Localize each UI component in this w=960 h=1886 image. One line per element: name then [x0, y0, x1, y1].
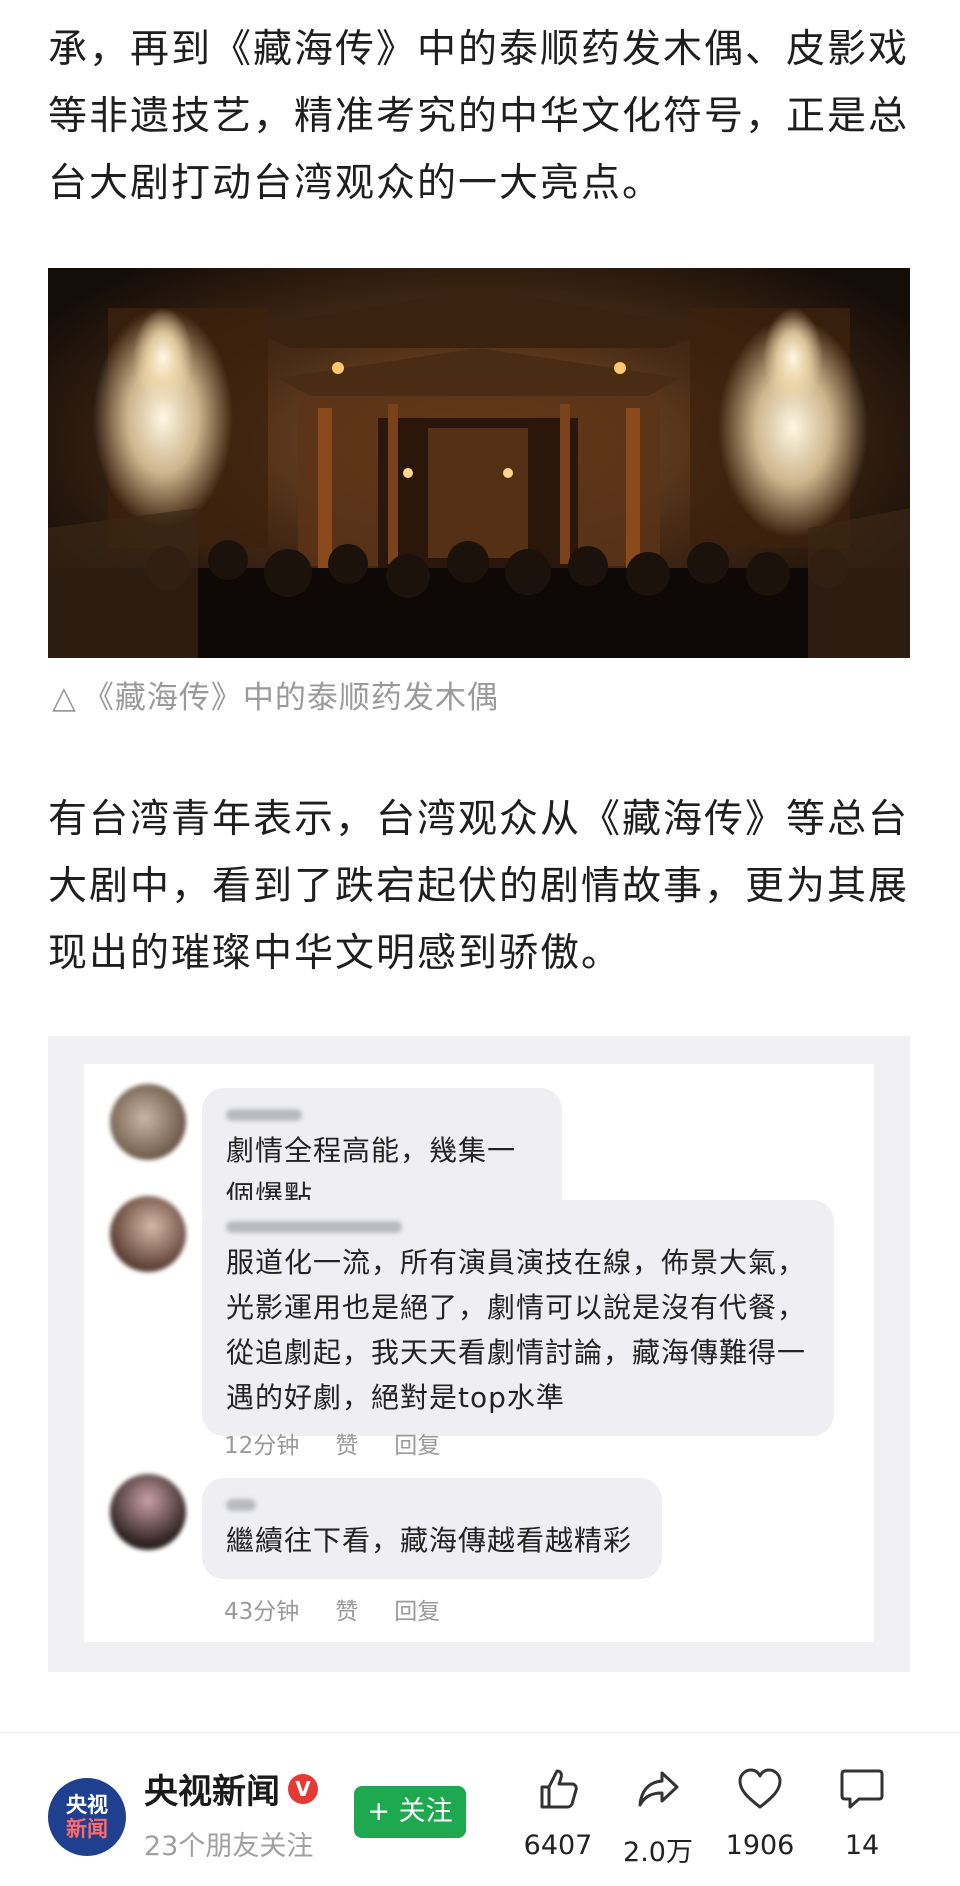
like-stat[interactable]: 6407: [510, 1760, 606, 1861]
avatar: [110, 1474, 186, 1550]
follow-button[interactable]: + 关注: [354, 1786, 466, 1838]
comment-time: 43分钟: [224, 1599, 300, 1625]
like-link[interactable]: 赞: [335, 1426, 358, 1460]
friends-following-count: 23个朋友关注: [144, 1831, 314, 1862]
account-logo[interactable]: 央视 新闻: [48, 1778, 126, 1856]
logo-line: 新闻: [66, 1817, 108, 1841]
favorite-count: 1906: [725, 1830, 795, 1861]
article-paragraph: 有台湾青年表示，台湾观众从《藏海传》等总台大剧中，看到了跌宕起伏的剧情故事，更为…: [48, 797, 910, 976]
verified-badge-icon: V: [288, 1773, 318, 1804]
avatar: [110, 1084, 186, 1160]
heart-icon: [712, 1760, 808, 1818]
article-photo[interactable]: [48, 268, 910, 658]
comment-stat[interactable]: 14: [814, 1760, 910, 1861]
avatar: [110, 1196, 186, 1272]
logo-line: 央视: [66, 1793, 108, 1817]
blurred-username: [226, 1102, 538, 1128]
article-paragraph: 承，再到《藏海传》中的泰顺药发木偶、皮影戏等非遗技艺，精准考究的中华文化符号，正…: [48, 27, 910, 206]
comment-bubble: 繼續往下看，藏海傳越看越精彩: [202, 1478, 662, 1579]
like-link[interactable]: 赞: [335, 1592, 358, 1626]
comment-count: 14: [844, 1830, 880, 1861]
comment-meta: 43分钟 赞 回复: [224, 1592, 440, 1626]
reply-link[interactable]: 回复: [394, 1426, 440, 1460]
comments-panel: 劇情全程高能，幾集一個爆點 服道化一流，所有演員演技在線，佈景大氣，光影運用也是…: [84, 1064, 874, 1642]
comments-screenshot: 劇情全程高能，幾集一個爆點 服道化一流，所有演員演技在線，佈景大氣，光影運用也是…: [48, 1036, 910, 1672]
image-caption: △ 《藏海传》中的泰顺药发木偶: [52, 672, 499, 717]
comment-text: 服道化一流，所有演員演技在線，佈景大氣，光影運用也是絕了，劇情可以說是沒有代餐，…: [226, 1246, 807, 1414]
share-count: 2.0万: [623, 1837, 693, 1868]
thumbs-up-icon: [510, 1760, 606, 1818]
reply-link[interactable]: 回复: [394, 1592, 440, 1626]
comment-bubble-icon: [814, 1760, 910, 1818]
action-bar: 央视 新闻 央视新闻 V 23个朋友关注 + 关注 6407 2.0万 1906…: [0, 1740, 960, 1886]
caption-text: 《藏海传》中的泰顺药发木偶: [82, 680, 499, 716]
blurred-username: [226, 1214, 810, 1240]
footer-divider: [0, 1732, 960, 1733]
comment-meta: 12分钟 赞 回复: [224, 1426, 440, 1460]
share-arrow-icon: [610, 1760, 706, 1818]
account-name-row[interactable]: 央视新闻 V: [144, 1764, 318, 1813]
comment-bubble: 服道化一流，所有演員演技在線，佈景大氣，光影運用也是絕了，劇情可以說是沒有代餐，…: [202, 1200, 834, 1436]
favorite-stat[interactable]: 1906: [712, 1760, 808, 1861]
share-stat[interactable]: 2.0万: [610, 1760, 706, 1869]
comment-time: 12分钟: [224, 1433, 300, 1459]
stage-scene-image: [48, 268, 910, 658]
like-count: 6407: [523, 1830, 593, 1861]
blurred-username: [226, 1492, 638, 1518]
account-name: 央视新闻: [144, 1772, 280, 1812]
comment-text: 繼續往下看，藏海傳越看越精彩: [226, 1524, 633, 1557]
caption-triangle-icon: △: [52, 680, 77, 716]
